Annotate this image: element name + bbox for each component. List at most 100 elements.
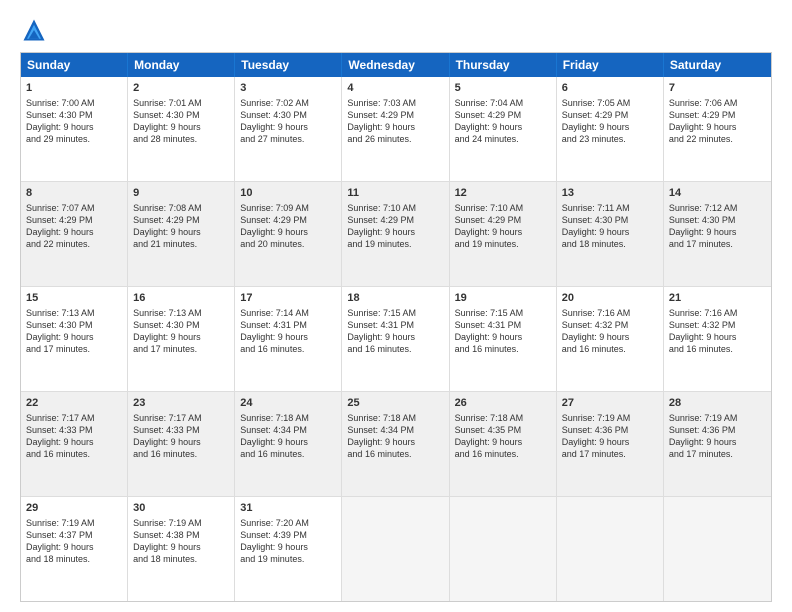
day-cell-12: 12Sunrise: 7:10 AMSunset: 4:29 PMDayligh… [450,182,557,286]
day-cell-28: 28Sunrise: 7:19 AMSunset: 4:36 PMDayligh… [664,392,771,496]
day-info: Sunrise: 7:18 AMSunset: 4:35 PMDaylight:… [455,412,551,461]
day-number: 17 [240,291,336,306]
day-cell-10: 10Sunrise: 7:09 AMSunset: 4:29 PMDayligh… [235,182,342,286]
day-number: 6 [562,81,658,96]
day-cell-8: 8Sunrise: 7:07 AMSunset: 4:29 PMDaylight… [21,182,128,286]
day-number: 1 [26,81,122,96]
calendar-body: 1Sunrise: 7:00 AMSunset: 4:30 PMDaylight… [21,77,771,601]
logo-icon [20,16,48,44]
day-cell-19: 19Sunrise: 7:15 AMSunset: 4:31 PMDayligh… [450,287,557,391]
day-number: 10 [240,186,336,201]
empty-cell [342,497,449,601]
day-cell-17: 17Sunrise: 7:14 AMSunset: 4:31 PMDayligh… [235,287,342,391]
day-info: Sunrise: 7:01 AMSunset: 4:30 PMDaylight:… [133,97,229,146]
day-info: Sunrise: 7:13 AMSunset: 4:30 PMDaylight:… [26,307,122,356]
day-cell-26: 26Sunrise: 7:18 AMSunset: 4:35 PMDayligh… [450,392,557,496]
day-cell-18: 18Sunrise: 7:15 AMSunset: 4:31 PMDayligh… [342,287,449,391]
calendar-row: 22Sunrise: 7:17 AMSunset: 4:33 PMDayligh… [21,391,771,496]
day-number: 31 [240,501,336,516]
header [20,16,772,44]
day-info: Sunrise: 7:03 AMSunset: 4:29 PMDaylight:… [347,97,443,146]
day-info: Sunrise: 7:16 AMSunset: 4:32 PMDaylight:… [562,307,658,356]
day-info: Sunrise: 7:15 AMSunset: 4:31 PMDaylight:… [455,307,551,356]
day-number: 13 [562,186,658,201]
day-cell-30: 30Sunrise: 7:19 AMSunset: 4:38 PMDayligh… [128,497,235,601]
day-number: 18 [347,291,443,306]
day-number: 11 [347,186,443,201]
calendar-row: 1Sunrise: 7:00 AMSunset: 4:30 PMDaylight… [21,77,771,181]
day-header-tuesday: Tuesday [235,53,342,77]
day-info: Sunrise: 7:00 AMSunset: 4:30 PMDaylight:… [26,97,122,146]
day-number: 24 [240,396,336,411]
day-number: 4 [347,81,443,96]
day-cell-6: 6Sunrise: 7:05 AMSunset: 4:29 PMDaylight… [557,77,664,181]
day-cell-25: 25Sunrise: 7:18 AMSunset: 4:34 PMDayligh… [342,392,449,496]
day-number: 8 [26,186,122,201]
day-info: Sunrise: 7:18 AMSunset: 4:34 PMDaylight:… [347,412,443,461]
day-number: 5 [455,81,551,96]
day-number: 21 [669,291,766,306]
day-number: 9 [133,186,229,201]
day-info: Sunrise: 7:14 AMSunset: 4:31 PMDaylight:… [240,307,336,356]
day-cell-15: 15Sunrise: 7:13 AMSunset: 4:30 PMDayligh… [21,287,128,391]
calendar: SundayMondayTuesdayWednesdayThursdayFrid… [20,52,772,602]
day-cell-27: 27Sunrise: 7:19 AMSunset: 4:36 PMDayligh… [557,392,664,496]
calendar-header: SundayMondayTuesdayWednesdayThursdayFrid… [21,53,771,77]
empty-cell [664,497,771,601]
day-info: Sunrise: 7:17 AMSunset: 4:33 PMDaylight:… [26,412,122,461]
day-info: Sunrise: 7:11 AMSunset: 4:30 PMDaylight:… [562,202,658,251]
day-info: Sunrise: 7:13 AMSunset: 4:30 PMDaylight:… [133,307,229,356]
day-cell-2: 2Sunrise: 7:01 AMSunset: 4:30 PMDaylight… [128,77,235,181]
day-cell-21: 21Sunrise: 7:16 AMSunset: 4:32 PMDayligh… [664,287,771,391]
day-cell-5: 5Sunrise: 7:04 AMSunset: 4:29 PMDaylight… [450,77,557,181]
day-number: 3 [240,81,336,96]
day-cell-4: 4Sunrise: 7:03 AMSunset: 4:29 PMDaylight… [342,77,449,181]
day-info: Sunrise: 7:12 AMSunset: 4:30 PMDaylight:… [669,202,766,251]
day-cell-9: 9Sunrise: 7:08 AMSunset: 4:29 PMDaylight… [128,182,235,286]
day-header-thursday: Thursday [450,53,557,77]
day-info: Sunrise: 7:06 AMSunset: 4:29 PMDaylight:… [669,97,766,146]
day-info: Sunrise: 7:02 AMSunset: 4:30 PMDaylight:… [240,97,336,146]
day-info: Sunrise: 7:15 AMSunset: 4:31 PMDaylight:… [347,307,443,356]
day-header-friday: Friday [557,53,664,77]
day-info: Sunrise: 7:04 AMSunset: 4:29 PMDaylight:… [455,97,551,146]
day-cell-14: 14Sunrise: 7:12 AMSunset: 4:30 PMDayligh… [664,182,771,286]
day-info: Sunrise: 7:09 AMSunset: 4:29 PMDaylight:… [240,202,336,251]
day-number: 28 [669,396,766,411]
day-cell-22: 22Sunrise: 7:17 AMSunset: 4:33 PMDayligh… [21,392,128,496]
day-number: 30 [133,501,229,516]
day-number: 14 [669,186,766,201]
day-cell-23: 23Sunrise: 7:17 AMSunset: 4:33 PMDayligh… [128,392,235,496]
day-header-sunday: Sunday [21,53,128,77]
day-cell-29: 29Sunrise: 7:19 AMSunset: 4:37 PMDayligh… [21,497,128,601]
day-number: 16 [133,291,229,306]
day-info: Sunrise: 7:17 AMSunset: 4:33 PMDaylight:… [133,412,229,461]
day-info: Sunrise: 7:10 AMSunset: 4:29 PMDaylight:… [347,202,443,251]
day-number: 22 [26,396,122,411]
day-info: Sunrise: 7:18 AMSunset: 4:34 PMDaylight:… [240,412,336,461]
day-number: 27 [562,396,658,411]
day-cell-3: 3Sunrise: 7:02 AMSunset: 4:30 PMDaylight… [235,77,342,181]
day-info: Sunrise: 7:16 AMSunset: 4:32 PMDaylight:… [669,307,766,356]
day-cell-13: 13Sunrise: 7:11 AMSunset: 4:30 PMDayligh… [557,182,664,286]
day-info: Sunrise: 7:19 AMSunset: 4:36 PMDaylight:… [562,412,658,461]
logo [20,16,52,44]
day-cell-11: 11Sunrise: 7:10 AMSunset: 4:29 PMDayligh… [342,182,449,286]
day-info: Sunrise: 7:10 AMSunset: 4:29 PMDaylight:… [455,202,551,251]
day-info: Sunrise: 7:07 AMSunset: 4:29 PMDaylight:… [26,202,122,251]
empty-cell [450,497,557,601]
day-number: 20 [562,291,658,306]
day-number: 19 [455,291,551,306]
day-header-wednesday: Wednesday [342,53,449,77]
day-info: Sunrise: 7:19 AMSunset: 4:38 PMDaylight:… [133,517,229,566]
empty-cell [557,497,664,601]
day-info: Sunrise: 7:08 AMSunset: 4:29 PMDaylight:… [133,202,229,251]
calendar-row: 15Sunrise: 7:13 AMSunset: 4:30 PMDayligh… [21,286,771,391]
calendar-row: 29Sunrise: 7:19 AMSunset: 4:37 PMDayligh… [21,496,771,601]
day-cell-20: 20Sunrise: 7:16 AMSunset: 4:32 PMDayligh… [557,287,664,391]
day-cell-31: 31Sunrise: 7:20 AMSunset: 4:39 PMDayligh… [235,497,342,601]
day-number: 15 [26,291,122,306]
day-header-monday: Monday [128,53,235,77]
day-number: 12 [455,186,551,201]
day-header-saturday: Saturday [664,53,771,77]
